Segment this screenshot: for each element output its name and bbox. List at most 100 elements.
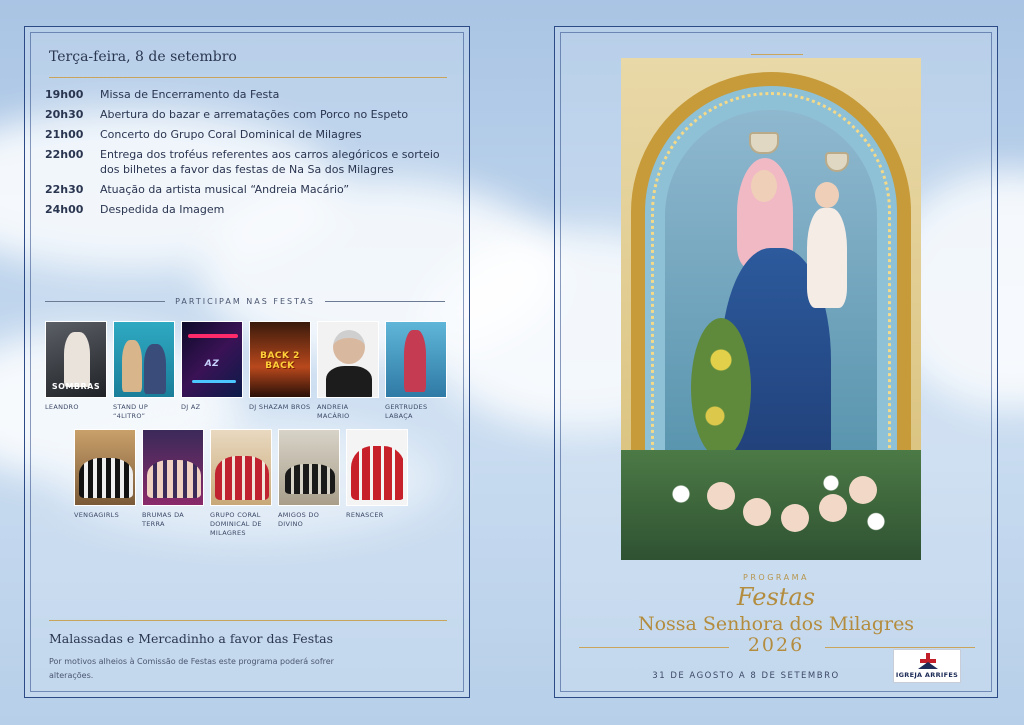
child-figure xyxy=(807,208,847,308)
participants-heading: PARTICIPAM NAS FESTAS xyxy=(45,297,445,306)
participant-card: RENASCER xyxy=(346,429,408,538)
participants-row-2: VENGAGIRLS BRUMAS DA TERRA GRUPO CORAL D… xyxy=(45,429,451,538)
light-beam xyxy=(188,334,238,338)
festas-title: Festas xyxy=(736,583,816,611)
participant-photo-text: SOMBRAS xyxy=(51,382,101,391)
participant-label: DJ AZ xyxy=(181,403,201,411)
person-figure xyxy=(122,340,142,392)
participant-label: RENASCER xyxy=(346,511,384,519)
schedule-time: 22h30 xyxy=(45,183,84,196)
heading-rule-left xyxy=(45,301,166,302)
participant-card: STAND UP “4LITRO” xyxy=(113,321,175,421)
participant-card: BRUMAS DA TERRA xyxy=(142,429,204,538)
participant-label: BRUMAS DA TERRA xyxy=(142,511,185,528)
logo-text: IGREJA ARRIFES xyxy=(895,671,959,679)
group-figure xyxy=(79,458,133,498)
cherub xyxy=(849,476,877,504)
schedule-item: 20h30 Abertura do bazar e arrematações c… xyxy=(45,107,445,122)
schedule-item: 22h30 Atuação da artista musical “Andrei… xyxy=(45,182,445,197)
schedule-text: Missa de Encerramento da Festa xyxy=(100,88,280,101)
participant-label: LEANDRO xyxy=(45,403,79,411)
schedule-item: 21h00 Concerto do Grupo Coral Dominical … xyxy=(45,127,445,142)
flower-base xyxy=(621,450,921,560)
igreja-arrifes-logo: IGREJA ARRIFES xyxy=(893,649,961,683)
participant-photo: BACK 2 BACK xyxy=(249,321,311,398)
cherub xyxy=(819,494,847,522)
church-cross-icon xyxy=(918,653,938,669)
participant-photo xyxy=(346,429,408,506)
schedule-list: 19h00 Missa de Encerramento da Festa 20h… xyxy=(45,87,445,222)
cherub xyxy=(743,498,771,526)
participant-label: ANDREIA MACÁRIO xyxy=(317,403,350,420)
participant-photo xyxy=(278,429,340,506)
participant-label: AMIGOS DO DIVINO xyxy=(278,511,320,528)
group-figure xyxy=(215,456,269,500)
schedule-text: Abertura do bazar e arrematações com Por… xyxy=(100,108,409,121)
schedule-time: 19h00 xyxy=(45,88,84,101)
cherub xyxy=(781,504,809,532)
participant-photo: AZ xyxy=(181,321,243,398)
cherub xyxy=(707,482,735,510)
participant-card: ANDREIA MACÁRIO xyxy=(317,321,379,421)
schedule-panel: Terça-feira, 8 de setembro 19h00 Missa d… xyxy=(24,26,470,698)
participant-label: DJ SHAZAM BROS xyxy=(249,403,311,411)
participant-photo xyxy=(385,321,447,398)
participant-card: AMIGOS DO DIVINO xyxy=(278,429,340,538)
participant-card: BACK 2 BACK DJ SHAZAM BROS xyxy=(249,321,311,421)
participants-row-1: SOMBRAS LEANDRO STAND UP “4LITRO” AZ DJ … xyxy=(45,321,451,421)
schedule-item: 19h00 Missa de Encerramento da Festa xyxy=(45,87,445,102)
schedule-item: 22h00 Entrega dos troféus referentes aos… xyxy=(45,147,445,177)
year-rule-right xyxy=(825,647,975,648)
participant-label: GRUPO CORAL DOMINICAL DE MILAGRES xyxy=(210,511,262,537)
schedule-time: 24h00 xyxy=(45,203,84,216)
schedule-text: Atuação da artista musical “Andreia Macá… xyxy=(100,183,350,196)
participant-photo xyxy=(74,429,136,506)
footer-title: Malassadas e Mercadinho a favor das Fest… xyxy=(49,631,333,646)
participant-photo xyxy=(317,321,379,398)
schedule-text: Entrega dos troféus referentes aos carro… xyxy=(100,148,440,176)
group-figure xyxy=(351,446,405,500)
footer-note: Por motivos alheios à Comissão de Festas… xyxy=(49,657,334,680)
person-figure xyxy=(333,330,365,364)
church-roof xyxy=(918,662,938,669)
main-title: Nossa Senhora dos Milagres xyxy=(637,613,915,635)
participant-card: GERTRUDES LABAÇA xyxy=(385,321,447,421)
heading-rule-right xyxy=(324,301,445,302)
programa-label: PROGRAMA xyxy=(743,573,809,582)
person-figure xyxy=(404,330,426,392)
virgin-crown-icon xyxy=(749,132,779,154)
day-title: Terça-feira, 8 de setembro xyxy=(49,49,237,65)
group-figure xyxy=(285,464,335,494)
person-figure xyxy=(64,332,90,387)
participant-photo-text: AZ xyxy=(204,359,220,369)
virgin-face xyxy=(751,170,777,202)
schedule-item: 24h00 Despedida da Imagem xyxy=(45,202,445,217)
participants-heading-text: PARTICIPAM NAS FESTAS xyxy=(175,297,315,306)
event-dates: 31 DE AGOSTO A 8 DE SETEMBRO xyxy=(652,671,840,681)
statue-photo xyxy=(621,58,921,560)
participant-card: AZ DJ AZ xyxy=(181,321,243,421)
participant-label: GERTRUDES LABAÇA xyxy=(385,403,428,420)
participant-photo: SOMBRAS xyxy=(45,321,107,398)
title-rule xyxy=(49,77,447,78)
footer-rule xyxy=(49,620,447,621)
schedule-text: Despedida da Imagem xyxy=(100,203,225,216)
participants-grid: SOMBRAS LEANDRO STAND UP “4LITRO” AZ DJ … xyxy=(45,321,451,546)
person-figure xyxy=(326,366,372,397)
flower-bouquet xyxy=(691,318,751,458)
participant-photo xyxy=(210,429,272,506)
child-face xyxy=(815,182,839,208)
participant-label: STAND UP “4LITRO” xyxy=(113,403,149,420)
participant-photo xyxy=(142,429,204,506)
group-figure xyxy=(147,460,201,498)
participant-card: SOMBRAS LEANDRO xyxy=(45,321,107,421)
participant-label: VENGAGIRLS xyxy=(74,511,120,519)
participant-card: GRUPO CORAL DOMINICAL DE MILAGRES xyxy=(210,429,272,538)
participant-photo-text: BACK 2 BACK xyxy=(260,351,300,371)
participant-card: VENGAGIRLS xyxy=(74,429,136,538)
cover-panel: PROGRAMA Festas Nossa Senhora dos Milagr… xyxy=(554,26,998,698)
schedule-time: 20h30 xyxy=(45,108,84,121)
schedule-text: Concerto do Grupo Coral Dominical de Mil… xyxy=(100,128,362,141)
person-figure xyxy=(144,344,166,394)
light-beam xyxy=(192,380,236,383)
